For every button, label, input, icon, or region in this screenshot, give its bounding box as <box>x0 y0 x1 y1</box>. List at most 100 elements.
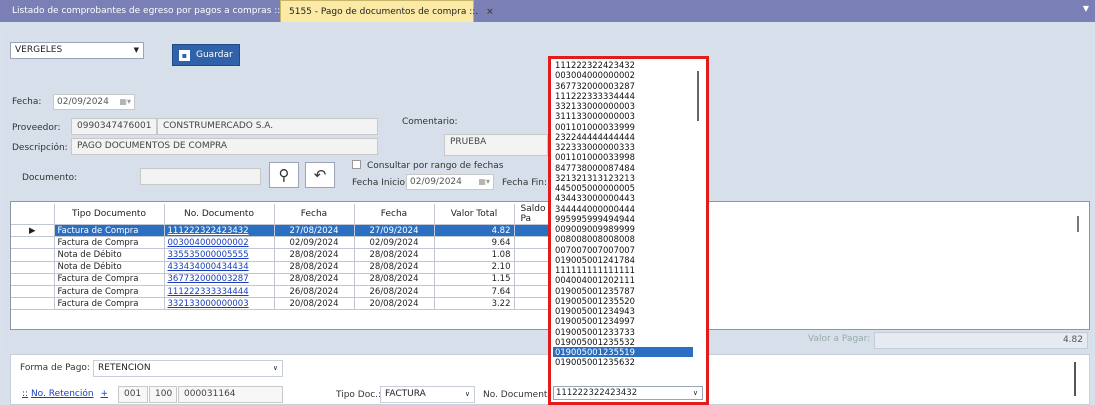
retencion-serie2-field[interactable]: 100 <box>149 386 177 403</box>
valor-total-cell: 1.15 <box>434 273 515 286</box>
tab-menu-arrow-icon[interactable]: ▼ <box>1083 4 1089 13</box>
table-row[interactable]: Factura de Compra 367732000003287 28/08/20… <box>11 273 565 286</box>
retencion-serie1-field[interactable]: 001 <box>118 386 148 403</box>
dropdown-option[interactable]: 019005001235787 <box>553 286 693 296</box>
dropdown-option[interactable]: 019005001234997 <box>553 316 693 326</box>
dropdown-option[interactable]: 321321313123213 <box>553 173 693 183</box>
calendar-icon[interactable]: ▦▾ <box>478 175 490 189</box>
proveedor-label: Proveedor: <box>12 123 61 133</box>
numero-documento-link[interactable]: 335535000005555 <box>164 248 275 262</box>
save-button[interactable]: ▪ Guardar <box>172 44 240 66</box>
table-row[interactable]: Factura de Compra 332133000000003 20/08/20… <box>11 297 565 311</box>
row-indicator <box>11 297 55 311</box>
numero-documento-link[interactable]: 332133000000003 <box>164 297 275 311</box>
fecha-cell: 02/09/2024 <box>274 236 355 250</box>
dropdown-option[interactable]: 001101000033998 <box>553 152 693 162</box>
tipo-doc-label: Tipo Doc.: <box>336 390 382 400</box>
dropdown-option[interactable]: 019005001234943 <box>553 306 693 316</box>
table-row[interactable]: Nota de Débito 335535000005555 28/08/2024 2… <box>11 248 565 262</box>
tipo-doc-value: FACTURA <box>385 389 426 399</box>
descripcion-field[interactable]: PAGO DOCUMENTOS DE COMPRA <box>71 138 378 155</box>
fecha-cell: 28/08/2024 <box>354 261 435 274</box>
column-header[interactable]: Tipo Documento <box>54 204 165 225</box>
column-header[interactable]: Fecha <box>354 204 435 225</box>
table-scrollbar[interactable] <box>1077 216 1079 232</box>
dropdown-option[interactable]: 434433000000443 <box>553 193 693 203</box>
column-header[interactable]: Valor Total <box>434 204 515 225</box>
documento-field[interactable] <box>140 168 261 185</box>
comentario-field[interactable]: PRUEBA <box>444 134 548 156</box>
dropdown-option[interactable]: 019005001235520 <box>553 296 693 306</box>
dropdown-option[interactable]: 003004000000002 <box>553 70 693 80</box>
column-header[interactable]: Fecha <box>274 204 355 225</box>
dropdown-option[interactable]: 995995999494944 <box>553 214 693 224</box>
numero-documento-link[interactable]: 433434000434434 <box>164 261 275 274</box>
column-header[interactable]: No. Documento <box>164 204 275 225</box>
retencion-numero-field[interactable]: 000031164 <box>178 386 283 403</box>
tab-listado-comprobantes[interactable]: Listado de comprobantes de egreso por pa… <box>4 0 291 22</box>
numero-documento-link[interactable]: 111222333334444 <box>164 285 275 299</box>
fecha-value: 02/09/2024 <box>57 97 109 107</box>
store-select[interactable]: VERGELES ▼ <box>10 42 144 59</box>
dropdown-option[interactable]: 004004001202111 <box>553 275 693 285</box>
dropdown-option[interactable]: 445005000000005 <box>553 183 693 193</box>
proveedor-ruc-field[interactable]: 0990347476001 <box>71 118 157 135</box>
search-button[interactable]: ⚲ <box>269 162 299 188</box>
chevron-down-icon: ∨ <box>272 364 278 372</box>
close-icon[interactable]: × <box>486 7 494 17</box>
calendar-icon[interactable]: ▦▾ <box>119 95 131 109</box>
table-row[interactable]: Nota de Débito 433434000434434 28/08/2024 2… <box>11 261 565 274</box>
dropdown-option[interactable]: 019005001233733 <box>553 327 693 337</box>
table-row[interactable]: Factura de Compra 003004000000002 02/09/20… <box>11 236 565 250</box>
fecha-inicio-input[interactable]: 02/09/2024 ▦▾ <box>406 174 494 190</box>
dropdown-option[interactable]: 019005001235519 <box>553 347 693 358</box>
fecha-input[interactable]: 02/09/2024 ▦▾ <box>53 94 135 110</box>
tipo-doc-select[interactable]: FACTURA ∨ <box>380 386 475 403</box>
dropdown-option[interactable]: 111111111111111 <box>553 265 693 275</box>
table-row[interactable]: ▶ Factura de Compra 111222322423432 27/08/2… <box>11 224 565 238</box>
dropdown-option[interactable]: 847738000087484 <box>553 163 693 173</box>
dropdown-option[interactable]: 009009009989999 <box>553 224 693 234</box>
list-icon[interactable]: :: <box>22 389 28 399</box>
dropdown-option[interactable]: 007007007007007 <box>553 245 693 255</box>
dropdown-option[interactable]: 311133000000003 <box>553 111 693 121</box>
numero-documento-link[interactable]: 003004000000002 <box>164 236 275 250</box>
fecha-inicio-value: 02/09/2024 <box>410 177 462 187</box>
numero-documento-link[interactable]: 367732000003287 <box>164 273 275 286</box>
dropdown-scrollbar[interactable] <box>697 71 699 121</box>
tab-pago-documentos[interactable]: 5155 - Pago de documentos de compra ::. × <box>280 0 494 22</box>
retencion-link[interactable]: No. Retención <box>31 389 94 399</box>
fecha-cell: 28/08/2024 <box>354 273 435 286</box>
proveedor-name-field[interactable]: CONSTRUMERCADO S.A. <box>157 118 378 135</box>
dropdown-option[interactable]: 332133000000003 <box>553 101 693 111</box>
tipo-documento-cell: Nota de Débito <box>54 261 165 274</box>
fecha-cell: 28/08/2024 <box>354 248 435 262</box>
rango-fechas-checkbox[interactable] <box>352 160 361 169</box>
table-row[interactable]: Factura de Compra 111222333334444 26/08/20… <box>11 285 565 299</box>
save-button-label: Guardar <box>196 50 233 60</box>
forma-pago-select[interactable]: RETENCION ∨ <box>93 360 283 377</box>
panel-scrollbar[interactable] <box>1074 362 1076 396</box>
dropdown-option[interactable]: 111222333334444 <box>553 91 693 101</box>
dropdown-option[interactable]: 344444000000444 <box>553 204 693 214</box>
no-documento-select[interactable]: 111222322423432 ∨ <box>553 386 703 400</box>
numero-documento-link[interactable]: 111222322423432 <box>164 224 275 238</box>
dropdown-option[interactable]: 367732000003287 <box>553 81 693 91</box>
store-select-value: VERGELES <box>15 45 63 55</box>
fecha-cell: 28/08/2024 <box>274 261 355 274</box>
add-retencion-button[interactable]: + <box>100 389 108 399</box>
dropdown-option[interactable]: 019005001235532 <box>553 337 693 347</box>
fecha-inicio-label: Fecha Inicio: <box>352 178 409 188</box>
dropdown-option[interactable]: 008008008008008 <box>553 234 693 244</box>
dropdown-option[interactable]: 232244444444444 <box>553 132 693 142</box>
reset-button[interactable]: ↶ <box>305 162 335 188</box>
dropdown-option[interactable]: 111222322423432 <box>553 60 693 70</box>
dropdown-option[interactable]: 019005001235632 <box>553 357 693 367</box>
valor-total-cell: 7.64 <box>434 285 515 299</box>
dropdown-option[interactable]: 001101000033999 <box>553 122 693 132</box>
tab-bar: Listado de comprobantes de egreso por pa… <box>0 0 1095 22</box>
dropdown-option[interactable]: 322333000000333 <box>553 142 693 152</box>
forma-pago-value: RETENCION <box>98 363 151 373</box>
dropdown-option[interactable]: 019005001241784 <box>553 255 693 265</box>
no-documento-dropdown[interactable]: 111222322423432 003004000000002 3677320000… <box>548 56 709 405</box>
